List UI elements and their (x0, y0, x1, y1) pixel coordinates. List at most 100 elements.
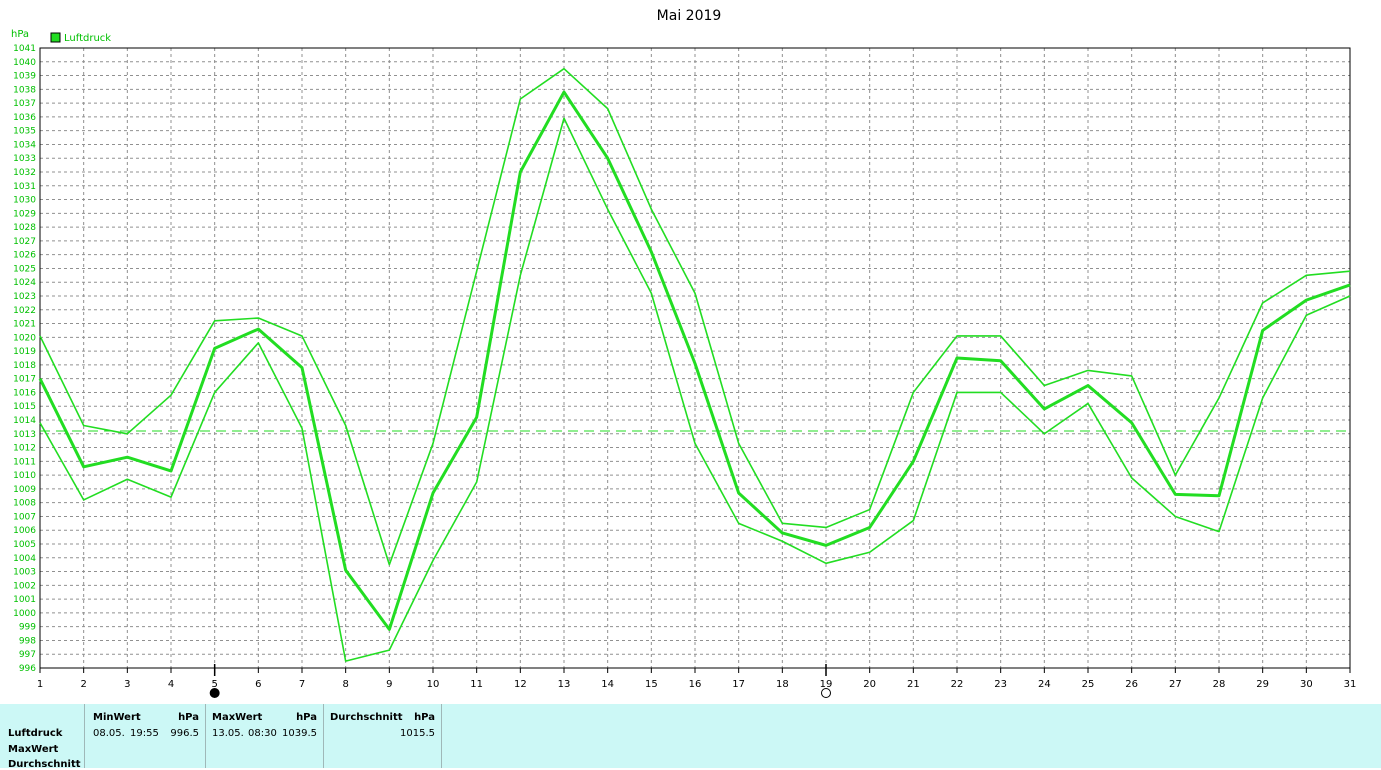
y-tick-label: 1029 (13, 209, 36, 219)
x-tick-label: 23 (994, 679, 1007, 690)
x-tick-label: 3 (124, 679, 130, 690)
new-moon-icon (209, 688, 220, 698)
min-unit: hPa (178, 712, 199, 723)
x-tick-label: 26 (1125, 679, 1138, 690)
grid (40, 48, 1350, 668)
stats-max-column: MaxWert hPa 13.05. 08:30 1039.5 (206, 704, 324, 768)
y-tick-label: 1033 (13, 154, 36, 164)
y-tick-label: 1032 (13, 168, 36, 178)
x-tick-label: 21 (907, 679, 920, 690)
x-tick-label: 8 (342, 679, 348, 690)
max-time: 08:30 (248, 728, 277, 739)
avg-unit: hPa (414, 712, 435, 723)
y-tick-label: 1013 (13, 430, 36, 440)
x-tick-label: 31 (1344, 679, 1357, 690)
y-tick-label: 1039 (13, 72, 36, 82)
y-tick-label: 1003 (13, 568, 36, 578)
x-tick-label: 17 (732, 679, 745, 690)
series-line-max (39, 67, 1351, 566)
avg-value: 1015.5 (400, 728, 435, 739)
y-tick-label: 1001 (13, 595, 36, 605)
x-tick-label: 13 (558, 679, 571, 690)
x-tick-label: 11 (470, 679, 483, 690)
stats-label-column: Luftdruck MaxWert Durchschnitt (0, 704, 85, 770)
y-tick-label: 1014 (13, 416, 36, 426)
y-tick-label: 1028 (13, 223, 36, 233)
y-tick-label: 1002 (13, 581, 36, 591)
full-moon-icon (821, 688, 831, 698)
x-tick-label: 6 (255, 679, 261, 690)
y-tick-label: 1027 (13, 237, 36, 247)
x-tick-label: 28 (1213, 679, 1226, 690)
y-tick-label: 1037 (13, 99, 36, 109)
y-tick-label: 1020 (13, 333, 36, 343)
max-value: 1039.5 (282, 728, 317, 739)
y-tick-label: 1021 (13, 320, 36, 330)
y-tick-label: 1040 (13, 58, 36, 68)
y-tick-label: 1008 (13, 499, 36, 509)
x-tick-label: 24 (1038, 679, 1051, 690)
x-tick-label: 4 (168, 679, 174, 690)
y-tick-label: 1024 (13, 278, 36, 288)
chart: Mai 2019 hPa Luftdruck 996 997 998 999 1000 1… (11, 8, 1357, 698)
avg-header: Durchschnitt (330, 712, 403, 723)
y-tick-label: 996 (19, 664, 36, 674)
y-tick-label: 1012 (13, 444, 36, 454)
x-tick-label: 18 (776, 679, 789, 690)
row-label-luftdruck: Luftdruck (8, 728, 63, 739)
y-tick-label: 1022 (13, 306, 36, 316)
stats-panel: Luftdruck MaxWert Durchschnitt MinWert h… (0, 704, 1381, 770)
x-tick-label: 12 (514, 679, 527, 690)
stats-min-column: MinWert hPa 08.05. 19:55 996.5 (85, 704, 206, 768)
y-tick-label: 999 (19, 623, 36, 633)
y-tick-label: 1019 (13, 347, 36, 357)
row-label-maxwert: MaxWert (8, 744, 59, 755)
legend-label: Luftdruck (64, 33, 111, 44)
min-value: 996.5 (170, 728, 199, 739)
y-axis-unit: hPa (11, 29, 29, 40)
min-header: MinWert (93, 712, 141, 723)
y-tick-label: 1041 (13, 44, 36, 54)
row-label-durchschnitt: Durchschnitt (8, 759, 81, 770)
y-tick-label: 1005 (13, 540, 36, 550)
x-tick-label: 14 (601, 679, 614, 690)
y-tick-label: 1004 (13, 554, 36, 564)
x-tick-label: 29 (1256, 679, 1269, 690)
stats-avg-column: Durchschnitt hPa 1015.5 (324, 704, 442, 768)
x-tick-label: 16 (689, 679, 702, 690)
y-tick-label: 1036 (13, 113, 36, 123)
y-tick-label: 1009 (13, 485, 36, 495)
x-tick-label: 1 (37, 679, 43, 690)
y-tick-label: 1015 (13, 402, 36, 412)
y-tick-label: 1018 (13, 361, 36, 371)
y-tick-label: 1011 (13, 457, 36, 467)
y-tick-label: 1030 (13, 196, 36, 206)
y-tick-label: 1017 (13, 375, 36, 385)
x-tick-label: 27 (1169, 679, 1182, 690)
x-tick-label: 15 (645, 679, 658, 690)
x-tick-label: 30 (1300, 679, 1313, 690)
y-tick-label: 1007 (13, 512, 36, 522)
x-tick-label: 25 (1082, 679, 1095, 690)
x-tick-label: 20 (863, 679, 876, 690)
max-date: 13.05. (212, 728, 244, 739)
y-tick-label: 1010 (13, 471, 36, 481)
max-unit: hPa (296, 712, 317, 723)
legend-swatch (50, 32, 61, 43)
y-tick-label: 1031 (13, 182, 36, 192)
x-tick-label: 9 (386, 679, 392, 690)
x-tick-label: 22 (951, 679, 964, 690)
y-tick-label: 1034 (13, 140, 36, 150)
y-tick-label: 1016 (13, 388, 36, 398)
min-date: 08.05. (93, 728, 125, 739)
y-tick-label: 1035 (13, 127, 36, 137)
y-tick-label: 1000 (13, 609, 36, 619)
x-tick-label: 10 (427, 679, 440, 690)
y-tick-label: 997 (19, 650, 36, 660)
y-tick-label: 1038 (13, 85, 36, 95)
y-tick-label: 1025 (13, 264, 36, 274)
max-header: MaxWert (212, 712, 263, 723)
min-time: 19:55 (130, 728, 159, 739)
y-tick-label: 998 (19, 636, 36, 646)
y-tick-label: 1026 (13, 251, 36, 261)
